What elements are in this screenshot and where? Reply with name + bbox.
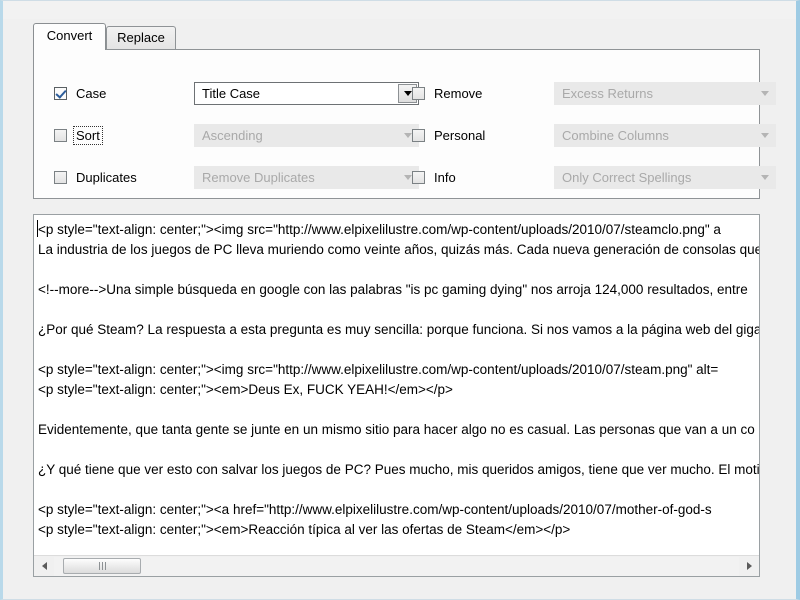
text-editor-line: <!--more-->Una simple búsqueda en google… [38,282,748,297]
chevron-down-icon [760,91,769,96]
grip-icon [98,561,106,570]
personal-combobox-dropdown-button [755,126,774,145]
option-row-personal: Personal Combine Columns [412,124,776,147]
sort-checkbox-box[interactable] [54,128,67,142]
scroll-right-button[interactable] [739,556,759,576]
remove-checkbox[interactable]: Remove [412,84,484,102]
text-editor-line [38,340,759,360]
text-editor-line: <p style="text-align: center;"><em>Reacc… [38,522,571,537]
text-editor-line: ¿Y qué tiene que ver esto con salvar los… [38,462,759,477]
horizontal-scrollbar[interactable] [34,555,759,576]
info-combobox-dropdown-button [755,168,774,187]
remove-combobox-dropdown-button [755,84,774,103]
text-editor-line: <p style="text-align: center;"><a href="… [38,502,712,517]
text-editor-line [38,260,759,280]
top-spacer [3,1,796,19]
scrollbar-thumb[interactable] [63,557,141,574]
sort-checkbox-label: Sort [73,125,103,145]
info-combobox: Only Correct Spellings [554,166,776,189]
sort-combobox: Ascending [194,124,419,147]
option-row-sort: Sort Ascending [54,124,419,147]
text-editor-line [38,400,759,420]
sort-checkbox[interactable]: Sort [54,125,103,145]
personal-combobox: Combine Columns [554,124,776,147]
option-row-info: Info Only Correct Spellings [412,166,776,189]
tab-convert[interactable]: Convert [33,23,106,50]
text-editor-line [38,540,759,555]
chevron-down-icon [760,175,769,180]
personal-combobox-value: Combine Columns [562,128,669,143]
chevron-down-icon [403,175,412,180]
option-row-remove: Remove Excess Returns [412,82,776,105]
sort-combobox-value: Ascending [202,128,263,143]
case-combobox[interactable]: Title Case [194,82,419,105]
info-checkbox-label: Info [434,169,456,185]
text-editor-line [38,440,759,460]
info-checkbox[interactable]: Info [412,168,458,186]
tab-strip: Convert Replace [33,23,760,50]
text-editor-content[interactable]: <p style="text-align: center;"><img src=… [34,215,759,555]
chevron-down-icon [403,133,412,138]
tab-replace[interactable]: Replace [106,26,176,49]
text-editor-line: La industria de los juegos de PC lleva m… [38,242,759,257]
arrow-left-icon [41,562,47,570]
text-editor-line [38,300,759,320]
duplicates-combobox: Remove Duplicates [194,166,419,189]
scroll-left-button[interactable] [34,556,54,576]
application-window: Convert Replace Case Title Case Sort Asc… [0,0,800,600]
text-editor[interactable]: <p style="text-align: center;"><img src=… [33,214,760,577]
text-editor-line: ¿Por qué Steam? La respuesta a esta preg… [38,322,759,337]
remove-checkbox-label: Remove [434,85,483,101]
arrow-right-icon [746,562,752,570]
tab-control: Convert Replace Case Title Case Sort Asc… [33,23,776,199]
duplicates-checkbox-label: Duplicates [76,169,137,185]
remove-checkbox-box[interactable] [412,86,425,100]
chevron-down-icon [760,133,769,138]
option-row-case: Case Title Case [54,82,419,105]
text-editor-line: Evidentemente, que tanta gente se junte … [38,422,755,437]
convert-tab-panel: Case Title Case Sort Ascending Duplicate… [33,49,776,199]
personal-checkbox-box[interactable] [412,128,425,142]
personal-checkbox-label: Personal [434,127,486,143]
duplicates-checkbox-box[interactable] [54,170,67,184]
case-checkbox[interactable]: Case [54,84,108,102]
duplicates-combobox-value: Remove Duplicates [202,170,315,185]
remove-combobox: Excess Returns [554,82,776,105]
text-editor-line [38,480,759,500]
active-tab-notch [34,48,105,51]
window-client-area: Convert Replace Case Title Case Sort Asc… [3,1,796,599]
duplicates-checkbox[interactable]: Duplicates [54,168,139,186]
info-combobox-value: Only Correct Spellings [562,170,692,185]
text-editor-line: <p style="text-align: center;"><em>Deus … [38,382,453,397]
info-checkbox-box[interactable] [412,170,425,184]
case-combobox-value: Title Case [202,86,261,101]
chevron-down-icon [403,91,412,96]
text-editor-line: <p style="text-align: center;"><img src=… [38,362,719,377]
scrollbar-track[interactable] [54,556,739,576]
case-checkbox-box[interactable] [54,86,67,100]
text-editor-line: <p style="text-align: center;"><img src=… [38,222,721,237]
remove-combobox-value: Excess Returns [562,86,654,101]
case-checkbox-label: Case [76,85,107,101]
personal-checkbox[interactable]: Personal [412,126,487,144]
option-row-duplicates: Duplicates Remove Duplicates [54,166,419,189]
